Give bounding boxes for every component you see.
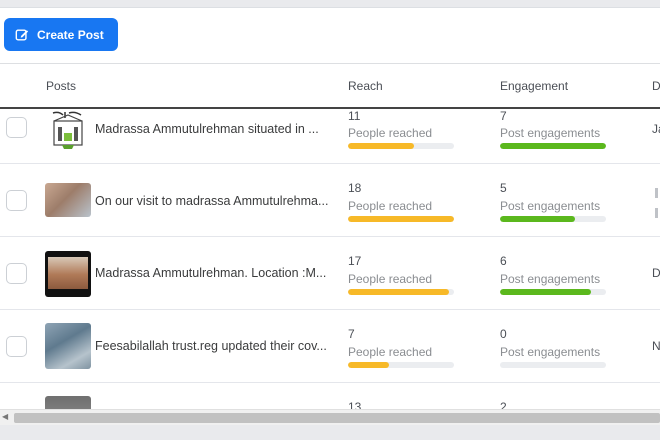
post-thumbnail[interactable] (45, 183, 91, 217)
row-checkbox[interactable] (6, 117, 27, 138)
reach-label: People reached (348, 199, 433, 213)
engagement-value: 2 (500, 400, 507, 409)
post-thumbnail[interactable] (45, 251, 91, 297)
reach-bar (348, 143, 454, 149)
engagement-label: Post engagements (500, 272, 601, 286)
post-thumbnail[interactable] (45, 109, 91, 155)
row-checkbox[interactable] (6, 190, 27, 211)
column-header-engagement[interactable]: Engagement (500, 79, 568, 93)
post-thumbnail[interactable] (45, 396, 91, 409)
row-checkbox[interactable] (6, 263, 27, 284)
engagement-label: Post engagements (500, 345, 601, 359)
reach-value: 18 (348, 181, 362, 195)
table-row[interactable]: On our visit to madrassa Ammutulrehma...… (0, 164, 660, 237)
reach-bar (348, 362, 454, 368)
create-post-label: Create Post (37, 27, 104, 42)
post-date: Ja (652, 122, 660, 136)
post-thumbnail[interactable] (45, 323, 91, 369)
top-strip (0, 0, 660, 8)
engagement-value: 0 (500, 327, 507, 341)
reach-bar (348, 216, 454, 222)
column-header-date[interactable]: D (652, 79, 660, 93)
reach-label: People reached (348, 126, 433, 140)
engagement-bar (500, 289, 606, 295)
engagement-value: 6 (500, 254, 507, 268)
post-title[interactable]: Madrassa Ammutulrehman. Location :M... (95, 266, 335, 280)
post-title[interactable]: Madrassa Ammutulrehman situated in ... (95, 122, 335, 136)
table-row[interactable]: 13 2 (0, 383, 660, 409)
post-title[interactable]: Feesabilallah trust.reg updated their co… (95, 339, 335, 353)
reach-value: 13 (348, 400, 362, 409)
table-row[interactable]: Madrassa Ammutulrehman situated in ... 1… (0, 109, 660, 164)
reach-label: People reached (348, 272, 433, 286)
create-post-button[interactable]: Create Post (4, 18, 118, 51)
reach-value: 7 (348, 327, 355, 341)
reach-value: 17 (348, 254, 362, 268)
column-header-reach[interactable]: Reach (348, 79, 383, 93)
post-title[interactable]: On our visit to madrassa Ammutulrehma... (95, 194, 335, 208)
table-row[interactable]: Madrassa Ammutulrehman. Location :M... 1… (0, 237, 660, 310)
reach-value: 11 (348, 109, 361, 123)
engagement-value: 7 (500, 109, 507, 123)
engagement-bar (500, 216, 606, 222)
vertical-scroll-indicator (652, 164, 660, 228)
engagement-value: 5 (500, 181, 507, 195)
row-checkbox[interactable] (6, 336, 27, 357)
table-row[interactable]: Feesabilallah trust.reg updated their co… (0, 310, 660, 383)
reach-label: People reached (348, 345, 433, 359)
engagement-label: Post engagements (500, 126, 601, 140)
table-header: Posts Reach Engagement D (0, 64, 660, 108)
engagement-bar (500, 143, 606, 149)
posts-table-body: Madrassa Ammutulrehman situated in ... 1… (0, 109, 660, 409)
scroll-left-icon[interactable]: ◀ (2, 412, 8, 421)
horizontal-scrollbar[interactable]: ◀ (0, 409, 660, 425)
edit-icon (15, 28, 29, 41)
bottom-strip (0, 425, 660, 440)
scrollbar-thumb[interactable] (14, 413, 660, 423)
post-date: D (652, 266, 660, 280)
column-header-posts[interactable]: Posts (46, 79, 76, 93)
engagement-label: Post engagements (500, 199, 601, 213)
reach-bar (348, 289, 454, 295)
post-date: N (652, 339, 660, 353)
engagement-bar (500, 362, 606, 368)
